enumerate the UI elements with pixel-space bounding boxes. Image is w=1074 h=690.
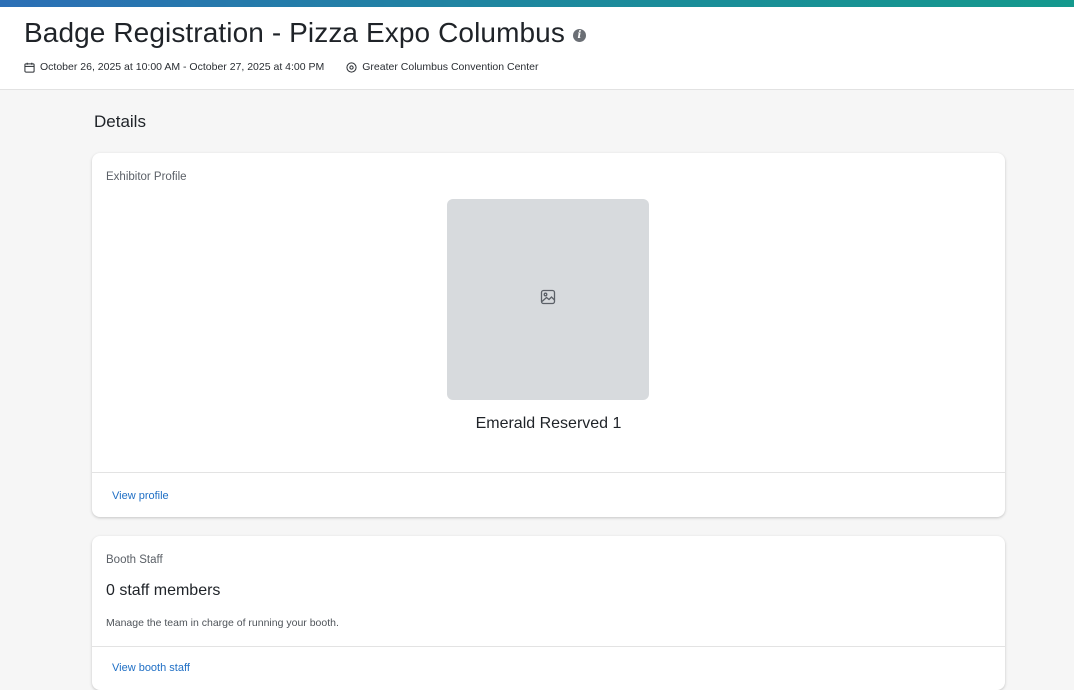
card-divider [92,646,1005,647]
booth-staff-card: Booth Staff 0 staff members Manage the t… [92,536,1005,690]
calendar-icon [24,62,35,73]
section-heading: Details [94,112,146,131]
event-date-text: October 26, 2025 at 10:00 AM - October 2… [40,61,325,73]
view-booth-staff-link[interactable]: View booth staff [112,662,190,674]
page-header: Badge Registration - Pizza Expo Columbus… [0,7,1074,90]
exhibitor-logo [447,199,649,400]
staff-description: Manage the team in charge of running you… [106,617,339,629]
card-label: Exhibitor Profile [106,171,187,183]
event-date: October 26, 2025 at 10:00 AM - October 2… [24,61,324,73]
event-location-text: Greater Columbus Convention Center [362,61,539,73]
image-placeholder-icon [540,289,556,310]
title-row: Badge Registration - Pizza Expo Columbus… [24,17,586,49]
event-location: Greater Columbus Convention Center [346,61,539,73]
page-title: Badge Registration - Pizza Expo Columbus [24,17,565,48]
card-divider [92,472,1005,473]
view-profile-link[interactable]: View profile [112,490,169,502]
top-accent-bar [0,0,1074,7]
location-pin-icon [346,61,357,73]
exhibitor-profile-card: Exhibitor Profile Emerald Reserved 1 Vie… [92,153,1005,517]
info-icon[interactable]: i [572,28,586,42]
event-meta: October 26, 2025 at 10:00 AM - October 2… [24,61,539,73]
exhibitor-name: Emerald Reserved 1 [475,415,622,432]
card-label: Booth Staff [106,554,163,566]
staff-count: 0 staff members [106,582,221,599]
